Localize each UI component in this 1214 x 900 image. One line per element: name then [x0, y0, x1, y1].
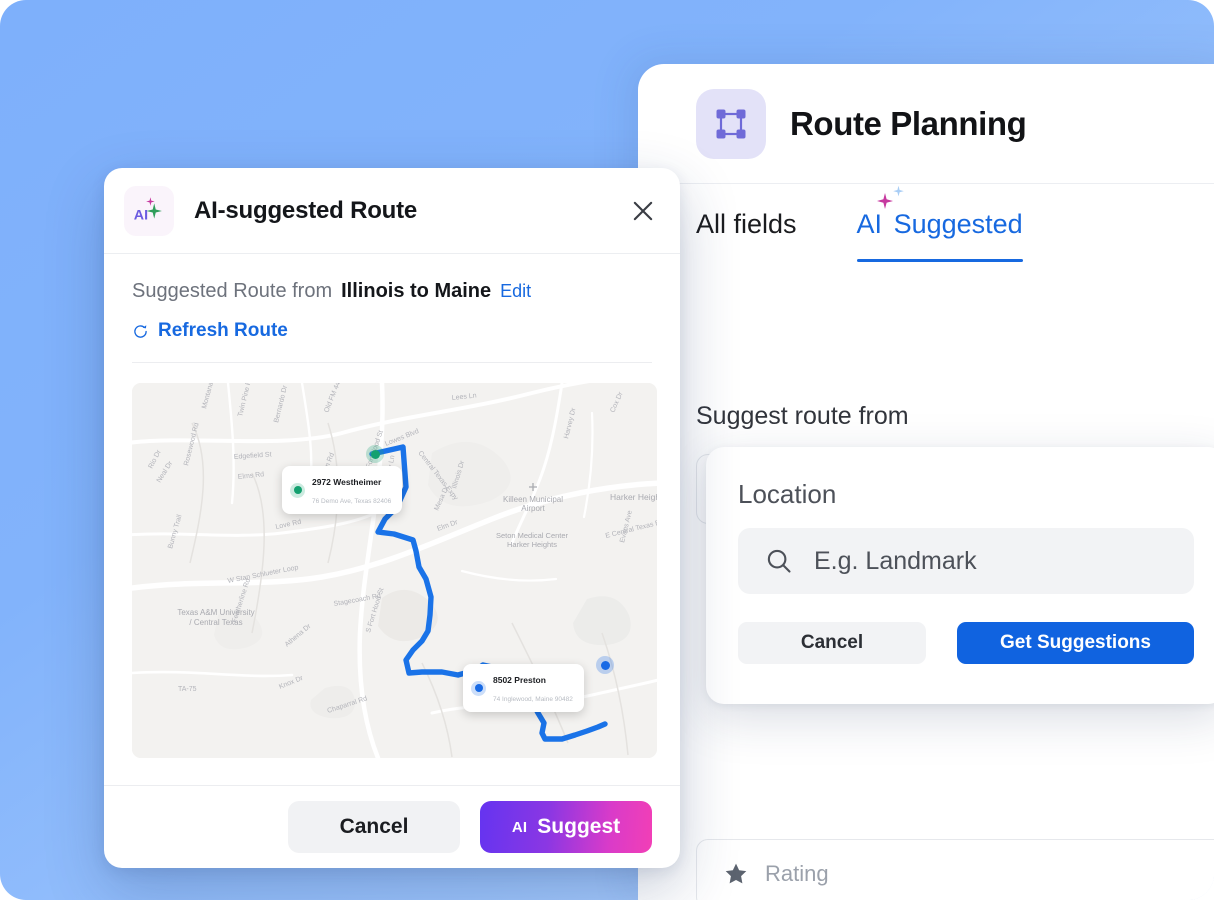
- sparkle-small-icon: [893, 185, 904, 197]
- tab-ai-suggested-label: Suggested: [893, 209, 1023, 239]
- star-icon: [725, 863, 747, 884]
- svg-text:Killeen Municipal: Killeen Municipal: [503, 495, 563, 504]
- end-marker-text: 8502 Preston 74 Inglewood, Maine 90482: [493, 670, 573, 706]
- start-marker-text: 2972 Westheimer 76 Demo Ave, Texas 82406: [312, 472, 391, 508]
- location-popover: Location E.g. Landmark Cancel Get Sugges…: [706, 447, 1214, 704]
- refresh-icon: [134, 324, 147, 338]
- svg-text:Harker Heights: Harker Heights: [507, 540, 557, 549]
- section-label: Suggest route from: [696, 402, 909, 430]
- tab-all-fields[interactable]: All fields: [696, 209, 797, 262]
- end-dot-icon: [471, 680, 486, 696]
- app-background: Route Planning All fields AI Suggested S…: [0, 0, 1214, 900]
- map-marker-card-start[interactable]: 2972 Westheimer 76 Demo Ave, Texas 82406: [282, 466, 403, 514]
- suggest-button-label: Suggest: [537, 815, 621, 838]
- start-marker-name: 2972 Westheimer: [312, 477, 382, 487]
- refresh-route-label: Refresh Route: [158, 320, 288, 341]
- cancel-button[interactable]: Cancel: [288, 801, 460, 853]
- rating-field-value: Rating: [765, 861, 829, 886]
- modal-header: AI AI-suggested Route: [104, 168, 680, 254]
- tab-ai-prefix-wrap: AI: [856, 185, 904, 240]
- panel-tabs: All fields AI Suggested: [696, 185, 1023, 262]
- ai-suggested-route-modal: AI AI-suggested Route Suggested Route fr…: [104, 168, 680, 868]
- svg-text:Airport: Airport: [521, 504, 545, 513]
- page-title: Route Planning: [790, 104, 1027, 142]
- location-search-value: E.g. Landmark: [814, 546, 977, 575]
- svg-text:AI: AI: [134, 207, 148, 223]
- tab-all-fields-label: All fields: [696, 209, 797, 239]
- search-icon: [767, 549, 791, 573]
- svg-text:Seton Medical Center: Seton Medical Center: [496, 531, 569, 540]
- modal-body: Suggested Route from Illinois to Maine E…: [104, 254, 680, 758]
- divider: [132, 362, 652, 363]
- modal-footer: Cancel AI Suggest: [104, 785, 680, 868]
- location-cancel-button[interactable]: Cancel: [738, 622, 926, 664]
- suggest-ai-label: AI: [511, 818, 528, 836]
- map-marker-card-end[interactable]: 8502 Preston 74 Inglewood, Maine 90482: [463, 664, 584, 712]
- route-map[interactable]: Killeen Municipal Airport Harker Heights…: [132, 383, 657, 758]
- start-marker-address: 76 Demo Ave, Texas 82406: [312, 498, 392, 505]
- ai-sparkle-icon: AI: [124, 185, 174, 236]
- location-search-input[interactable]: E.g. Landmark: [738, 528, 1194, 594]
- tab-ai-prefix: AI: [856, 209, 883, 239]
- node-frame-icon: [696, 88, 766, 159]
- refresh-route-button[interactable]: Refresh Route: [132, 320, 288, 342]
- svg-text:Harker Heights: Harker Heights: [610, 492, 657, 502]
- map-end-pin[interactable]: [596, 656, 614, 674]
- end-marker-name: 8502 Preston: [493, 675, 546, 685]
- tab-ai-suggested[interactable]: AI Suggested: [856, 185, 1023, 262]
- get-suggestions-button[interactable]: Get Suggestions: [957, 622, 1194, 664]
- rating-field[interactable]: Rating: [696, 839, 1214, 900]
- route-summary: Suggested Route from Illinois to Maine E…: [132, 280, 652, 303]
- modal-title: AI-suggested Route: [194, 196, 418, 224]
- route-summary-value: Illinois to Maine: [341, 280, 492, 302]
- location-popover-title: Location: [738, 479, 837, 509]
- route-summary-prefix: Suggested Route from: [132, 280, 333, 302]
- end-marker-address: 74 Inglewood, Maine 90482: [493, 696, 573, 703]
- suggest-button[interactable]: AI Suggest: [480, 801, 652, 853]
- svg-text:Texas A&M University: Texas A&M University: [177, 608, 254, 617]
- edit-route-button[interactable]: Edit: [500, 281, 531, 302]
- start-dot-icon: [290, 482, 305, 498]
- panel-header: Route Planning: [638, 64, 1214, 184]
- close-icon[interactable]: [628, 196, 658, 226]
- map-start-pin[interactable]: [366, 445, 384, 463]
- svg-text:TA-75: TA-75: [178, 686, 197, 693]
